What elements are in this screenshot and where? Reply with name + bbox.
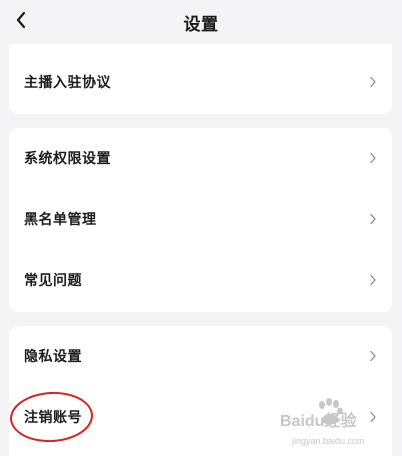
settings-item-label: 系统权限设置 — [24, 151, 111, 167]
nav-header: 设置 — [0, 0, 402, 42]
chevron-right-icon — [368, 75, 378, 89]
settings-item-delete-account[interactable]: 注销账号 — [9, 387, 392, 447]
settings-item-privacy[interactable]: 隐私设置 — [9, 326, 392, 386]
page-title: 设置 — [183, 15, 219, 35]
chevron-right-icon — [368, 212, 378, 226]
settings-item-system-permissions[interactable]: 系统权限设置 — [9, 128, 392, 188]
settings-item-faq[interactable]: 常见问题 — [9, 250, 392, 310]
settings-item-label: 注销账号 — [24, 410, 82, 426]
settings-item-label: 主播入驻协议 — [24, 75, 111, 91]
settings-item-label: 隐私设置 — [24, 349, 82, 365]
chevron-right-icon — [368, 151, 378, 165]
settings-item-label: 常见问题 — [24, 273, 82, 289]
chevron-right-icon — [368, 273, 378, 287]
chevron-right-icon — [368, 349, 378, 363]
settings-item-streamer-agreement[interactable]: 主播入驻协议 — [9, 52, 392, 112]
settings-item-blacklist[interactable]: 黑名单管理 — [9, 189, 392, 249]
settings-group-account: 隐私设置 注销账号 — [9, 326, 392, 456]
settings-group-agreement: 主播入驻协议 — [9, 44, 392, 114]
settings-group-general: 系统权限设置 黑名单管理 常见问题 — [9, 128, 392, 312]
chevron-right-icon — [368, 410, 378, 424]
settings-item-label: 黑名单管理 — [24, 212, 97, 228]
